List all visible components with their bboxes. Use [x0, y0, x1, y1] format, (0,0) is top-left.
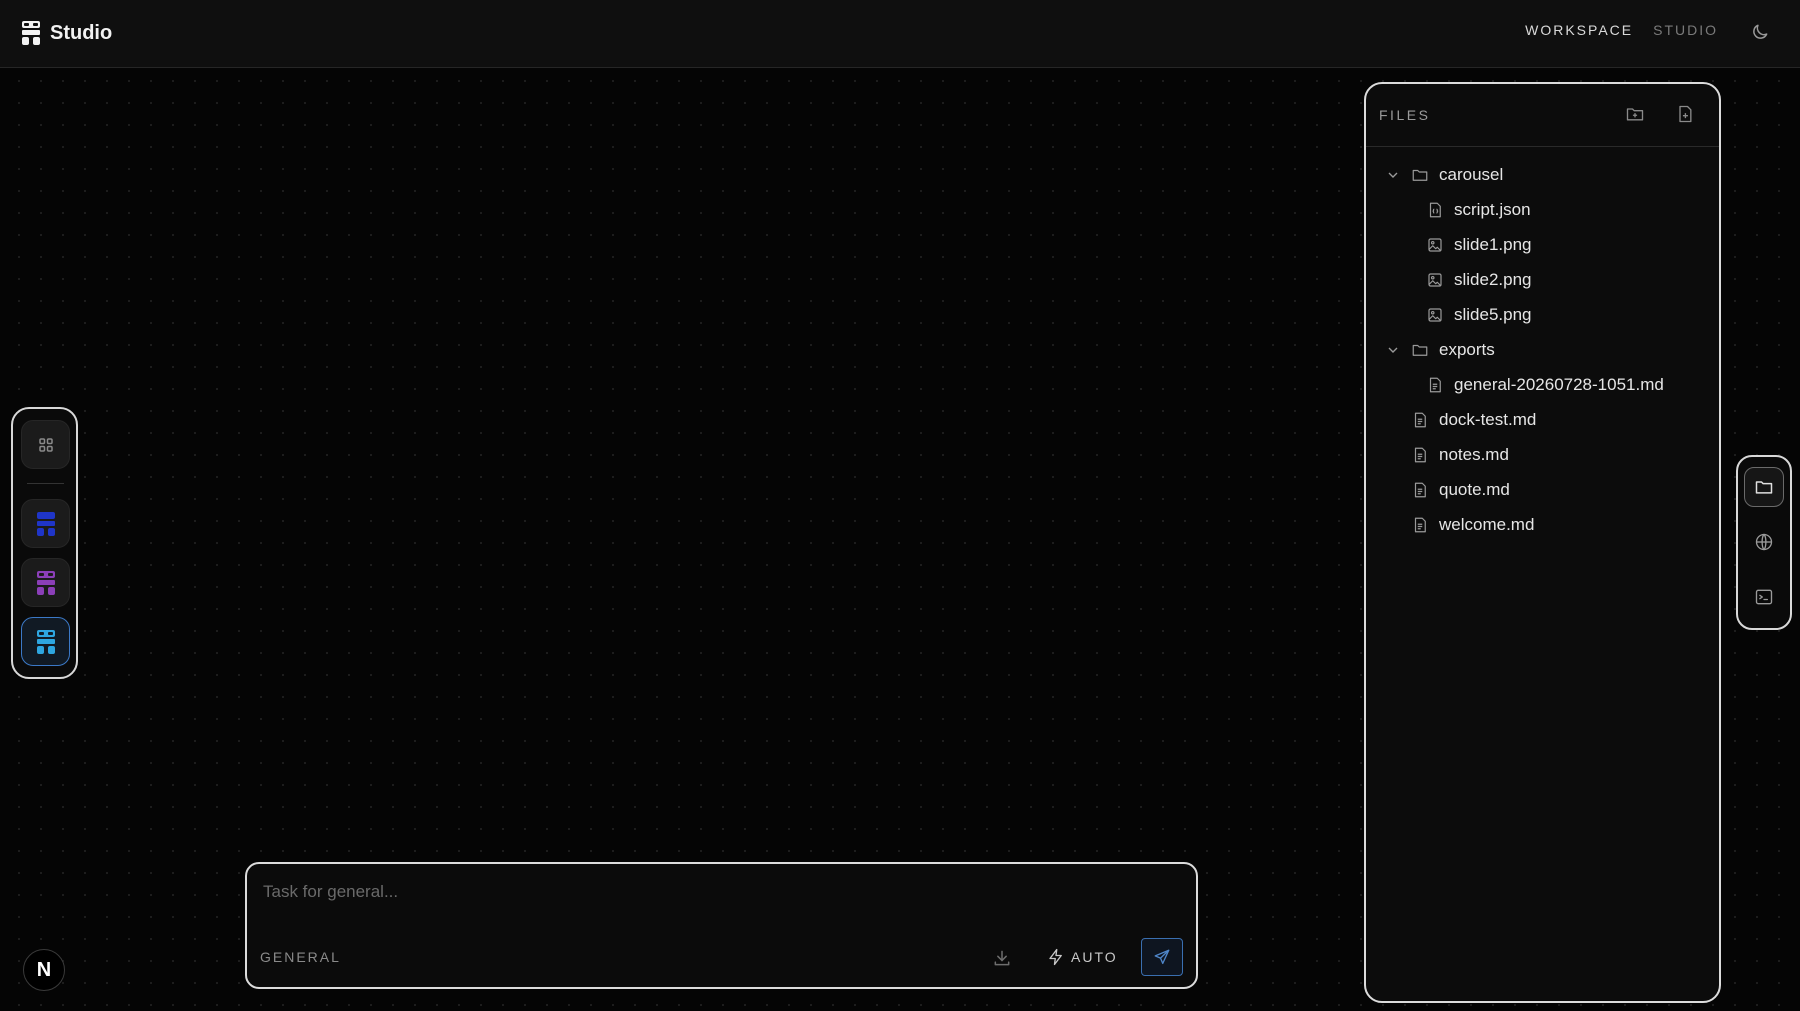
document-icon	[1414, 447, 1426, 462]
file-row[interactable]: general-20260728-1051.md	[1366, 367, 1719, 402]
document-icon	[1429, 377, 1441, 392]
dock-browser-button[interactable]	[1744, 522, 1784, 562]
file-row[interactable]: notes.md	[1366, 437, 1719, 472]
document-icon	[1414, 482, 1426, 497]
file-row[interactable]: dock-test.md	[1366, 402, 1719, 437]
folder-row[interactable]: exports	[1366, 332, 1719, 367]
folder-icon	[1412, 169, 1428, 181]
nav-workspace[interactable]: WORKSPACE	[1525, 22, 1633, 38]
studio-logo-icon	[22, 21, 40, 45]
agent-icon	[36, 570, 55, 595]
nav-studio[interactable]: STUDIO	[1653, 22, 1718, 38]
file-row[interactable]: welcome.md	[1366, 507, 1719, 542]
moon-icon[interactable]	[1750, 22, 1770, 42]
grid-icon	[38, 437, 53, 452]
json-file-icon	[1429, 202, 1441, 217]
globe-icon	[1755, 533, 1773, 551]
top-bar: Studio WORKSPACE STUDIO	[0, 0, 1800, 68]
agent-rail	[11, 407, 78, 679]
avatar[interactable]: N	[23, 949, 65, 991]
rail-agent-general[interactable]	[21, 617, 70, 666]
files-title: FILES	[1379, 107, 1431, 123]
dock-terminal-button[interactable]	[1744, 577, 1784, 617]
rail-divider	[27, 483, 64, 484]
file-row[interactable]: quote.md	[1366, 472, 1719, 507]
tree-item-label: carousel	[1439, 164, 1504, 184]
send-icon	[1154, 949, 1170, 965]
file-row[interactable]: slide2.png	[1366, 262, 1719, 297]
agent-icon	[36, 511, 55, 536]
brand[interactable]: Studio	[20, 19, 112, 47]
file-tree: carousel script.json slide1.png slide2.png s…	[1366, 147, 1719, 542]
image-file-icon	[1428, 272, 1442, 287]
mode-label: GENERAL	[260, 949, 341, 965]
new-folder-icon[interactable]	[1625, 104, 1645, 124]
tree-item-label: slide5.png	[1454, 304, 1532, 324]
auto-mode-button[interactable]: AUTO	[1047, 948, 1118, 966]
rail-agent-purple[interactable]	[21, 558, 70, 607]
send-button[interactable]	[1141, 938, 1183, 976]
tree-item-label: slide1.png	[1454, 234, 1532, 254]
document-icon	[1414, 412, 1426, 427]
tree-item-label: quote.md	[1439, 479, 1510, 499]
chevron-down-icon[interactable]	[1385, 167, 1401, 183]
file-row[interactable]: script.json	[1366, 192, 1719, 227]
tree-item-label: exports	[1439, 339, 1495, 359]
top-nav: WORKSPACE STUDIO	[1525, 22, 1718, 38]
document-icon	[1414, 517, 1426, 532]
image-file-icon	[1428, 237, 1442, 252]
file-row[interactable]: slide1.png	[1366, 227, 1719, 262]
folder-icon	[1755, 481, 1773, 494]
image-file-icon	[1428, 307, 1442, 322]
chevron-down-icon[interactable]	[1385, 342, 1401, 358]
tree-item-label: general-20260728-1051.md	[1454, 374, 1664, 394]
files-panel: FILES carousel script.json slide1.png slide…	[1364, 82, 1721, 1003]
lightning-icon	[1049, 948, 1062, 966]
app-title: Studio	[50, 21, 113, 44]
dock-files-button[interactable]	[1744, 467, 1784, 507]
tree-item-label: welcome.md	[1439, 514, 1535, 534]
tree-item-label: notes.md	[1439, 444, 1509, 464]
auto-mode-label: AUTO	[1071, 949, 1118, 965]
terminal-icon	[1755, 589, 1773, 605]
task-input[interactable]	[263, 878, 1163, 906]
task-composer: GENERAL AUTO	[245, 862, 1198, 989]
tree-item-label: script.json	[1454, 199, 1531, 219]
folder-row[interactable]: carousel	[1366, 157, 1719, 192]
new-file-icon[interactable]	[1675, 104, 1695, 124]
rail-agent-blue[interactable]	[21, 499, 70, 548]
folder-icon	[1412, 344, 1428, 356]
rail-grid-button[interactable]	[21, 420, 70, 469]
file-row[interactable]: slide5.png	[1366, 297, 1719, 332]
tool-dock	[1736, 455, 1792, 630]
files-header: FILES	[1366, 84, 1719, 147]
tree-item-label: slide2.png	[1454, 269, 1532, 289]
tree-item-label: dock-test.md	[1439, 409, 1537, 429]
download-icon[interactable]	[992, 948, 1012, 968]
agent-icon	[36, 629, 55, 654]
